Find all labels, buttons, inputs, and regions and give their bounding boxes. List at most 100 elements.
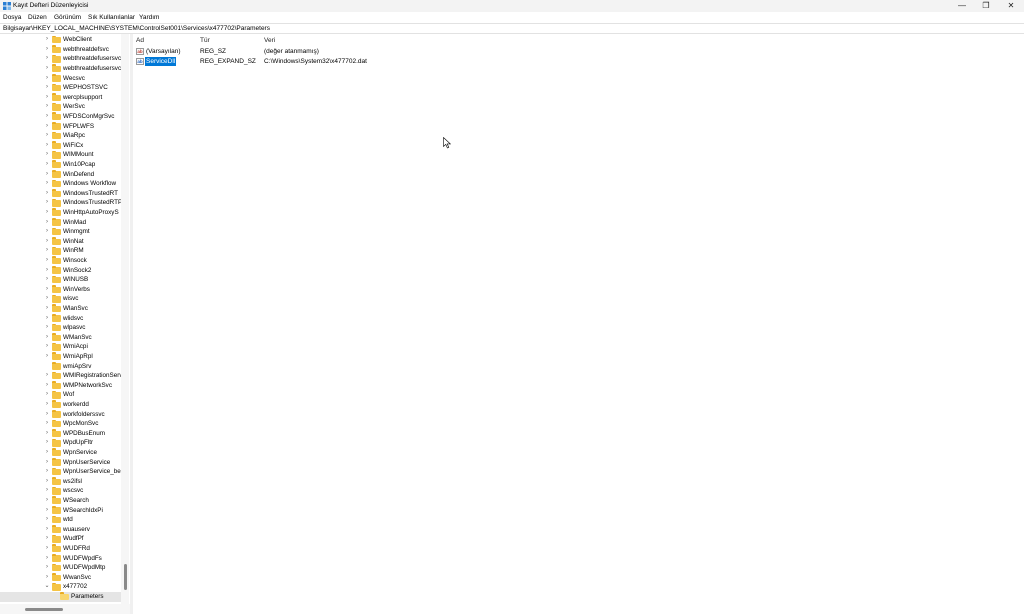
chevron-right-icon[interactable]: › (44, 112, 50, 122)
chevron-right-icon[interactable]: › (44, 390, 50, 400)
chevron-right-icon[interactable]: › (44, 198, 50, 208)
tree-item[interactable]: › WiaRpc (0, 131, 122, 141)
tree-item[interactable]: › WpnUserService_bea (0, 467, 124, 477)
chevron-right-icon[interactable]: › (44, 208, 50, 218)
chevron-right-icon[interactable]: › (44, 304, 50, 314)
tree-item[interactable]: › WmiApRpl (0, 352, 122, 362)
tree-item[interactable]: › WMPNetworkSvc (0, 381, 122, 391)
chevron-right-icon[interactable]: › (44, 554, 50, 564)
chevron-right-icon[interactable]: › (44, 333, 50, 343)
tree-item[interactable]: › Windows Workflow (0, 179, 122, 189)
value-name[interactable]: ServiceDll (143, 55, 178, 67)
close-button[interactable]: ✕ (999, 0, 1023, 12)
values-list[interactable]: Ad Tür Veri ab (Varsayılan) REG_SZ (değer a… (133, 34, 1024, 614)
tree-item[interactable]: › WinRM (0, 246, 122, 256)
minimize-button[interactable]: — (950, 0, 974, 12)
value-name[interactable]: (Varsayılan) (145, 47, 182, 57)
chevron-right-icon[interactable]: › (44, 323, 50, 333)
chevron-right-icon[interactable]: › (44, 496, 50, 506)
chevron-right-icon[interactable]: › (44, 150, 50, 160)
tree-item[interactable]: › WIMMount (0, 150, 122, 160)
tree-item[interactable]: › WerSvc (0, 102, 122, 112)
tree-item[interactable]: › WFDSConMgrSvc (0, 112, 122, 122)
tree-item[interactable]: › Winsock (0, 256, 122, 266)
tree-item[interactable]: › WiFiCx (0, 141, 122, 151)
chevron-down-icon[interactable]: ⌄ (44, 582, 50, 592)
chevron-right-icon[interactable]: › (44, 237, 50, 247)
chevron-right-icon[interactable]: › (44, 170, 50, 180)
tree-item[interactable]: › WUDFWpdFs (0, 554, 122, 564)
maximize-button[interactable]: ❐ (974, 0, 998, 12)
chevron-right-icon[interactable]: › (44, 314, 50, 324)
tree-item[interactable]: › WEPHOSTSVC (0, 83, 122, 93)
chevron-right-icon[interactable]: › (44, 294, 50, 304)
menu-favorites[interactable]: Sık Kullanılanlar (88, 14, 135, 22)
chevron-right-icon[interactable]: › (44, 83, 50, 93)
chevron-right-icon[interactable]: › (44, 534, 50, 544)
chevron-right-icon[interactable]: › (44, 227, 50, 237)
chevron-right-icon[interactable]: › (44, 54, 50, 64)
chevron-right-icon[interactable]: › (44, 438, 50, 448)
tree-item[interactable]: › wlidsvc (0, 314, 122, 324)
tree-item[interactable]: › WPDBusEnum (0, 429, 122, 439)
chevron-right-icon[interactable]: › (44, 352, 50, 362)
tree-item-parameters[interactable]: Parameters (0, 592, 122, 602)
tree-item[interactable]: › WSearchIdxPi (0, 506, 122, 516)
tree-item[interactable]: › WindowsTrustedRT (0, 189, 122, 199)
chevron-right-icon[interactable]: › (44, 563, 50, 573)
tree-item[interactable]: › WManSvc (0, 333, 122, 343)
chevron-right-icon[interactable]: › (44, 419, 50, 429)
tree-item[interactable]: › WUDFRd (0, 544, 122, 554)
address-path[interactable]: Bilgisayar\HKEY_LOCAL_MACHINE\SYSTEM\Con… (3, 25, 270, 33)
address-bar[interactable]: Bilgisayar\HKEY_LOCAL_MACHINE\SYSTEM\Con… (0, 23, 1024, 34)
tree-horizontal-scroll-thumb[interactable] (25, 607, 63, 611)
tree-item[interactable]: › WinHttpAutoProxyS (0, 208, 122, 218)
tree-item[interactable]: › ws2ifsl (0, 477, 122, 487)
tree-item[interactable]: › workfolderssvc (0, 410, 122, 420)
chevron-right-icon[interactable]: › (44, 458, 50, 468)
value-row[interactable]: ab (Varsayılan) REG_SZ (değer atanmamış) (133, 47, 1024, 57)
chevron-right-icon[interactable]: › (44, 122, 50, 132)
tree-vertical-scroll-thumb[interactable] (123, 564, 127, 590)
chevron-right-icon[interactable]: › (44, 448, 50, 458)
chevron-right-icon[interactable]: › (44, 477, 50, 487)
tree-item[interactable]: › WinNat (0, 237, 122, 247)
tree-item[interactable]: › Wecsvc (0, 74, 122, 84)
tree-item[interactable]: › WMIRegistrationServ (0, 371, 123, 381)
tree-item[interactable]: › webthreatdefusersvc (0, 64, 122, 74)
chevron-right-icon[interactable]: › (44, 515, 50, 525)
tree-item[interactable]: › wisvc (0, 294, 122, 304)
tree-item[interactable]: › WlanSvc (0, 304, 122, 314)
tree-item[interactable]: › WpnService (0, 448, 122, 458)
tree-item[interactable]: › workerdd (0, 400, 122, 410)
tree-item[interactable]: › WSearch (0, 496, 122, 506)
chevron-right-icon[interactable]: › (44, 381, 50, 391)
chevron-right-icon[interactable]: › (44, 35, 50, 45)
tree-item[interactable]: › wscsvc (0, 486, 122, 496)
chevron-right-icon[interactable]: › (44, 467, 50, 477)
tree-item[interactable]: › webthreatdefusersvc (0, 54, 122, 64)
tree-item[interactable]: › Win10Pcap (0, 160, 122, 170)
chevron-right-icon[interactable]: › (44, 74, 50, 84)
chevron-right-icon[interactable]: › (44, 285, 50, 295)
chevron-right-icon[interactable]: › (44, 45, 50, 55)
chevron-right-icon[interactable]: › (44, 93, 50, 103)
menu-view[interactable]: Görünüm (54, 14, 81, 22)
tree-item[interactable]: › Wof (0, 390, 122, 400)
chevron-right-icon[interactable]: › (44, 573, 50, 583)
menu-edit[interactable]: Düzen (28, 14, 47, 22)
chevron-right-icon[interactable]: › (44, 141, 50, 151)
chevron-right-icon[interactable]: › (44, 102, 50, 112)
chevron-right-icon[interactable]: › (44, 131, 50, 141)
chevron-right-icon[interactable]: › (44, 525, 50, 535)
column-header-type[interactable]: Tür (200, 37, 210, 45)
tree-item[interactable]: › WINUSB (0, 275, 122, 285)
tree-item[interactable]: › WmiAcpi (0, 342, 122, 352)
tree-item[interactable]: › wuauserv (0, 525, 122, 535)
tree-item[interactable]: › WindowsTrustedRTP (0, 198, 122, 208)
chevron-right-icon[interactable]: › (44, 400, 50, 410)
value-row[interactable]: ab ServiceDll REG_EXPAND_SZ C:\Windows\Syst… (133, 55, 1024, 67)
chevron-right-icon[interactable]: › (44, 246, 50, 256)
tree-item[interactable]: › WUDFWpdMtp (0, 563, 122, 573)
chevron-right-icon[interactable]: › (44, 371, 50, 381)
